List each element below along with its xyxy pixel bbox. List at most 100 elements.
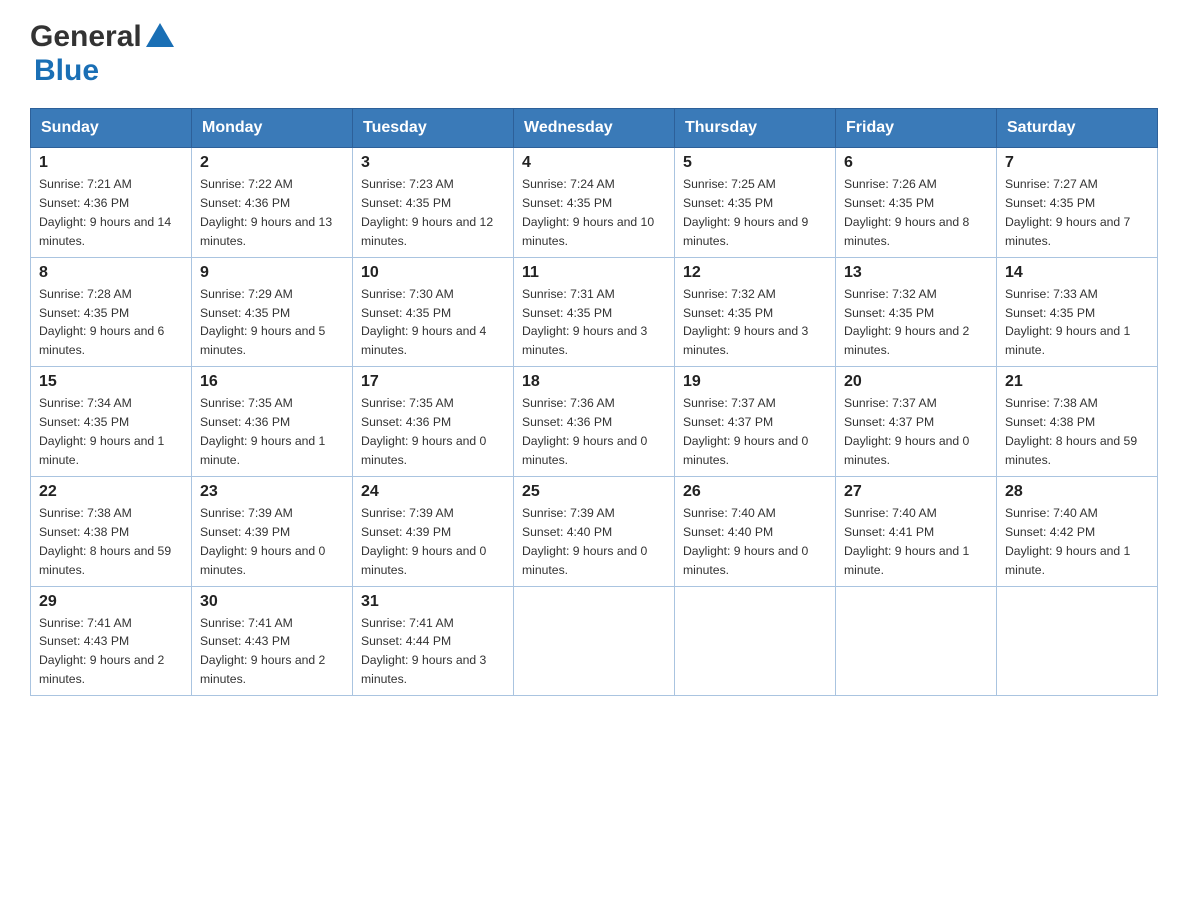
day-header-tuesday: Tuesday: [353, 109, 514, 148]
week-row-4: 22 Sunrise: 7:38 AM Sunset: 4:38 PM Dayl…: [31, 476, 1158, 586]
day-info: Sunrise: 7:32 AM Sunset: 4:35 PM Dayligh…: [844, 285, 988, 361]
day-cell: 27 Sunrise: 7:40 AM Sunset: 4:41 PM Dayl…: [836, 476, 997, 586]
calendar-table: SundayMondayTuesdayWednesdayThursdayFrid…: [30, 108, 1158, 696]
week-row-2: 8 Sunrise: 7:28 AM Sunset: 4:35 PM Dayli…: [31, 257, 1158, 367]
day-number: 20: [844, 373, 988, 391]
day-number: 13: [844, 264, 988, 282]
day-info: Sunrise: 7:24 AM Sunset: 4:35 PM Dayligh…: [522, 175, 666, 251]
day-info: Sunrise: 7:40 AM Sunset: 4:40 PM Dayligh…: [683, 504, 827, 580]
day-header-thursday: Thursday: [675, 109, 836, 148]
day-header-wednesday: Wednesday: [514, 109, 675, 148]
day-header-saturday: Saturday: [997, 109, 1158, 148]
day-info: Sunrise: 7:38 AM Sunset: 4:38 PM Dayligh…: [1005, 394, 1149, 470]
day-number: 12: [683, 264, 827, 282]
day-info: Sunrise: 7:27 AM Sunset: 4:35 PM Dayligh…: [1005, 175, 1149, 251]
day-cell: 8 Sunrise: 7:28 AM Sunset: 4:35 PM Dayli…: [31, 257, 192, 367]
day-number: 16: [200, 373, 344, 391]
week-row-1: 1 Sunrise: 7:21 AM Sunset: 4:36 PM Dayli…: [31, 148, 1158, 258]
day-info: Sunrise: 7:40 AM Sunset: 4:42 PM Dayligh…: [1005, 504, 1149, 580]
logo-general: General: [30, 20, 142, 54]
day-number: 29: [39, 593, 183, 611]
day-cell: 14 Sunrise: 7:33 AM Sunset: 4:35 PM Dayl…: [997, 257, 1158, 367]
day-info: Sunrise: 7:37 AM Sunset: 4:37 PM Dayligh…: [844, 394, 988, 470]
day-number: 8: [39, 264, 183, 282]
day-header-friday: Friday: [836, 109, 997, 148]
day-info: Sunrise: 7:38 AM Sunset: 4:38 PM Dayligh…: [39, 504, 183, 580]
day-cell: [514, 586, 675, 696]
day-info: Sunrise: 7:25 AM Sunset: 4:35 PM Dayligh…: [683, 175, 827, 251]
day-cell: 6 Sunrise: 7:26 AM Sunset: 4:35 PM Dayli…: [836, 148, 997, 258]
day-cell: 25 Sunrise: 7:39 AM Sunset: 4:40 PM Dayl…: [514, 476, 675, 586]
day-cell: [675, 586, 836, 696]
day-info: Sunrise: 7:21 AM Sunset: 4:36 PM Dayligh…: [39, 175, 183, 251]
day-cell: 3 Sunrise: 7:23 AM Sunset: 4:35 PM Dayli…: [353, 148, 514, 258]
day-number: 3: [361, 154, 505, 172]
day-cell: 11 Sunrise: 7:31 AM Sunset: 4:35 PM Dayl…: [514, 257, 675, 367]
day-number: 14: [1005, 264, 1149, 282]
day-cell: 23 Sunrise: 7:39 AM Sunset: 4:39 PM Dayl…: [192, 476, 353, 586]
day-info: Sunrise: 7:33 AM Sunset: 4:35 PM Dayligh…: [1005, 285, 1149, 361]
day-number: 21: [1005, 373, 1149, 391]
day-cell: 19 Sunrise: 7:37 AM Sunset: 4:37 PM Dayl…: [675, 367, 836, 477]
day-cell: 30 Sunrise: 7:41 AM Sunset: 4:43 PM Dayl…: [192, 586, 353, 696]
day-cell: 2 Sunrise: 7:22 AM Sunset: 4:36 PM Dayli…: [192, 148, 353, 258]
day-number: 4: [522, 154, 666, 172]
day-number: 1: [39, 154, 183, 172]
day-info: Sunrise: 7:28 AM Sunset: 4:35 PM Dayligh…: [39, 285, 183, 361]
day-number: 31: [361, 593, 505, 611]
day-number: 26: [683, 483, 827, 501]
day-cell: 12 Sunrise: 7:32 AM Sunset: 4:35 PM Dayl…: [675, 257, 836, 367]
day-info: Sunrise: 7:41 AM Sunset: 4:43 PM Dayligh…: [39, 614, 183, 690]
day-number: 28: [1005, 483, 1149, 501]
day-header-monday: Monday: [192, 109, 353, 148]
day-number: 27: [844, 483, 988, 501]
logo: General Blue: [30, 20, 176, 88]
day-cell: [836, 586, 997, 696]
day-number: 18: [522, 373, 666, 391]
day-cell: 24 Sunrise: 7:39 AM Sunset: 4:39 PM Dayl…: [353, 476, 514, 586]
week-row-3: 15 Sunrise: 7:34 AM Sunset: 4:35 PM Dayl…: [31, 367, 1158, 477]
day-info: Sunrise: 7:32 AM Sunset: 4:35 PM Dayligh…: [683, 285, 827, 361]
day-number: 25: [522, 483, 666, 501]
day-cell: 22 Sunrise: 7:38 AM Sunset: 4:38 PM Dayl…: [31, 476, 192, 586]
day-info: Sunrise: 7:36 AM Sunset: 4:36 PM Dayligh…: [522, 394, 666, 470]
day-number: 23: [200, 483, 344, 501]
day-info: Sunrise: 7:41 AM Sunset: 4:44 PM Dayligh…: [361, 614, 505, 690]
day-header-sunday: Sunday: [31, 109, 192, 148]
day-info: Sunrise: 7:39 AM Sunset: 4:39 PM Dayligh…: [200, 504, 344, 580]
day-info: Sunrise: 7:37 AM Sunset: 4:37 PM Dayligh…: [683, 394, 827, 470]
week-row-5: 29 Sunrise: 7:41 AM Sunset: 4:43 PM Dayl…: [31, 586, 1158, 696]
day-cell: [997, 586, 1158, 696]
day-number: 5: [683, 154, 827, 172]
day-info: Sunrise: 7:22 AM Sunset: 4:36 PM Dayligh…: [200, 175, 344, 251]
day-info: Sunrise: 7:35 AM Sunset: 4:36 PM Dayligh…: [361, 394, 505, 470]
day-cell: 15 Sunrise: 7:34 AM Sunset: 4:35 PM Dayl…: [31, 367, 192, 477]
day-info: Sunrise: 7:41 AM Sunset: 4:43 PM Dayligh…: [200, 614, 344, 690]
day-number: 24: [361, 483, 505, 501]
day-cell: 28 Sunrise: 7:40 AM Sunset: 4:42 PM Dayl…: [997, 476, 1158, 586]
logo-icon: [144, 19, 176, 51]
day-number: 11: [522, 264, 666, 282]
day-info: Sunrise: 7:29 AM Sunset: 4:35 PM Dayligh…: [200, 285, 344, 361]
page-header: General Blue: [30, 20, 1158, 88]
days-header-row: SundayMondayTuesdayWednesdayThursdayFrid…: [31, 109, 1158, 148]
day-cell: 18 Sunrise: 7:36 AM Sunset: 4:36 PM Dayl…: [514, 367, 675, 477]
day-number: 9: [200, 264, 344, 282]
day-number: 2: [200, 154, 344, 172]
day-info: Sunrise: 7:34 AM Sunset: 4:35 PM Dayligh…: [39, 394, 183, 470]
day-cell: 20 Sunrise: 7:37 AM Sunset: 4:37 PM Dayl…: [836, 367, 997, 477]
day-cell: 31 Sunrise: 7:41 AM Sunset: 4:44 PM Dayl…: [353, 586, 514, 696]
day-cell: 21 Sunrise: 7:38 AM Sunset: 4:38 PM Dayl…: [997, 367, 1158, 477]
day-cell: 13 Sunrise: 7:32 AM Sunset: 4:35 PM Dayl…: [836, 257, 997, 367]
day-cell: 7 Sunrise: 7:27 AM Sunset: 4:35 PM Dayli…: [997, 148, 1158, 258]
day-cell: 29 Sunrise: 7:41 AM Sunset: 4:43 PM Dayl…: [31, 586, 192, 696]
day-number: 6: [844, 154, 988, 172]
day-cell: 16 Sunrise: 7:35 AM Sunset: 4:36 PM Dayl…: [192, 367, 353, 477]
day-cell: 26 Sunrise: 7:40 AM Sunset: 4:40 PM Dayl…: [675, 476, 836, 586]
day-info: Sunrise: 7:40 AM Sunset: 4:41 PM Dayligh…: [844, 504, 988, 580]
day-info: Sunrise: 7:35 AM Sunset: 4:36 PM Dayligh…: [200, 394, 344, 470]
logo-blue: Blue: [34, 54, 99, 87]
day-info: Sunrise: 7:23 AM Sunset: 4:35 PM Dayligh…: [361, 175, 505, 251]
day-cell: 4 Sunrise: 7:24 AM Sunset: 4:35 PM Dayli…: [514, 148, 675, 258]
day-cell: 10 Sunrise: 7:30 AM Sunset: 4:35 PM Dayl…: [353, 257, 514, 367]
